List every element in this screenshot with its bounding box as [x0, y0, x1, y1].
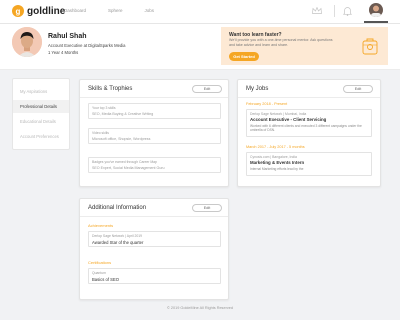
brand-name: goldline: [27, 5, 66, 17]
profile-role: Account Executive at DigitalSparks Media: [48, 43, 126, 48]
promo-text: We'll provide you with a one-time person…: [229, 38, 333, 47]
skills-edit-button[interactable]: Edit: [192, 85, 222, 93]
skills-card-title: Skills & Trophies: [88, 86, 133, 92]
nav-link-jobs[interactable]: Jobs: [145, 8, 155, 13]
jobs-card-title: My Jobs: [246, 86, 269, 92]
nav-link-sphere[interactable]: Sphere: [108, 8, 123, 13]
mentor-promo-banner: Want too learn faster? We'll provide you…: [221, 27, 388, 65]
job-description: Worked with 6 different clients and exec…: [250, 124, 362, 133]
nav-links: Dashboard Sphere Jobs: [64, 8, 176, 13]
additional-card-title: Additional Information: [88, 205, 147, 211]
top-navbar: g goldline Dashboard Sphere Jobs: [0, 0, 400, 24]
nav-link-dashboard[interactable]: Dashboard: [64, 8, 86, 13]
skills-field-video-skills[interactable]: Video skills Microsoft office, Shopsie, …: [88, 128, 221, 144]
additional-edit-button[interactable]: Edit: [192, 204, 222, 212]
card-divider: [80, 97, 228, 98]
certifications-heading: Certifications: [88, 260, 112, 265]
get-started-button[interactable]: Get Started: [229, 52, 259, 61]
achievements-heading: Achievements: [88, 223, 114, 228]
side-item-account-preferences[interactable]: Account Preferences: [13, 130, 69, 143]
job-description: Internal Marketing efforts lead by the: [250, 167, 304, 171]
achievement-title: Awarded Star of the quarter: [92, 240, 144, 245]
field-label: Your top 3 skills: [92, 106, 116, 110]
certification-issuer: Quantum: [92, 271, 106, 275]
skills-field-top-skills[interactable]: Your top 3 skills SEO, Media Buying & Cr…: [88, 103, 221, 119]
field-value: SEO Expert, Social Media Management Guru: [92, 166, 165, 170]
job-title: Account Executive - Client Servicing: [250, 117, 327, 122]
bell-icon[interactable]: [343, 6, 352, 16]
card-divider: [238, 97, 380, 98]
job-entry[interactable]: Cynosis.com | Bangalore, India Marketing…: [246, 152, 372, 176]
skills-trophies-card: Skills & Trophies Edit Your top 3 skills…: [79, 79, 229, 187]
side-item-professional-details[interactable]: Professional Details: [13, 100, 69, 113]
job-company: Derlop Sage Network | Mumbai, India: [250, 112, 307, 116]
certification-entry[interactable]: Quantum Basics of SEO: [88, 268, 221, 284]
additional-information-card: Additional Information Edit Achievements…: [79, 198, 229, 300]
mentor-illustration-icon: [362, 38, 378, 55]
job-company: Cynosis.com | Bangalore, India: [250, 155, 297, 159]
brand-logo[interactable]: g goldline: [12, 5, 65, 17]
side-item-aspirations[interactable]: My Aspirations: [13, 85, 69, 98]
crown-icon[interactable]: [312, 7, 322, 14]
card-divider: [80, 216, 228, 217]
job-title: Marketing & Events Intern: [250, 160, 305, 165]
achievement-source: Derlop Sage Network | April 2019: [92, 234, 143, 238]
field-label: Video skills: [92, 131, 109, 135]
profile-experience: 1 Year 4 Months: [48, 50, 79, 55]
side-item-educational-details[interactable]: Educational Details: [13, 115, 69, 128]
user-avatar[interactable]: [369, 3, 383, 17]
nav-divider: [334, 5, 335, 17]
field-value: SEO, Media Buying & Creative Writing: [92, 112, 154, 116]
achievement-entry[interactable]: Derlop Sage Network | April 2019 Awarded…: [88, 231, 221, 247]
profile-section-menu: My Aspirations Professional Details Educ…: [12, 78, 70, 150]
my-jobs-card: My Jobs Edit February 2018 - Present Der…: [237, 79, 381, 187]
jobs-edit-button[interactable]: Edit: [343, 85, 373, 93]
profile-name: Rahul Shah: [48, 33, 87, 40]
job-date: March 2017 - July 2017 - 5 months: [246, 145, 305, 149]
job-entry[interactable]: Derlop Sage Network | Mumbai, India Acco…: [246, 109, 372, 137]
certification-title: Basics of SEO: [92, 277, 119, 282]
profile-header: Rahul Shah Account Executive at DigitalS…: [0, 24, 400, 70]
avatar-active-indicator: [364, 21, 388, 23]
job-date: February 2018 - Present: [246, 102, 288, 106]
profile-avatar: [12, 27, 42, 57]
footer-copyright: © 2019 GoldeMine All Rights Reserved: [167, 306, 233, 310]
field-label: Badges you've earned through Career Map: [92, 160, 157, 164]
skills-field-badges[interactable]: Badges you've earned through Career Map …: [88, 157, 221, 173]
field-value: Microsoft office, Shopsie, Wordpress: [92, 137, 151, 141]
logo-mark-icon: g: [12, 5, 24, 17]
